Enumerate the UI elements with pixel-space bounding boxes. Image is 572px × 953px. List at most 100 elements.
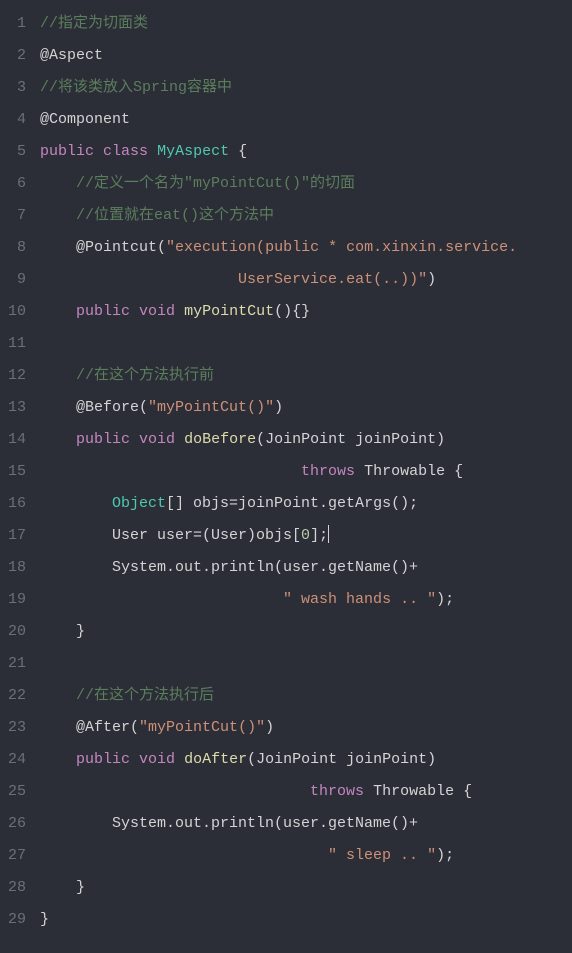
code-line[interactable]: throws Throwable { [40,776,572,808]
code-token: Object [112,495,166,512]
code-token [130,303,139,320]
line-number: 2 [0,40,26,72]
line-number: 6 [0,168,26,200]
code-line[interactable]: @Component [40,104,572,136]
code-line[interactable]: System.out.println(user.getName()+ [40,552,572,584]
code-token: System.out.println(user.getName()+ [40,559,418,576]
line-number: 28 [0,872,26,904]
code-token: @Aspect [40,47,103,64]
code-token: System.out.println(user.getName()+ [40,815,418,832]
code-line[interactable]: } [40,616,572,648]
code-token [40,367,76,384]
code-line[interactable]: System.out.println(user.getName()+ [40,808,572,840]
code-token: } [40,879,85,896]
code-token: ( [130,719,139,736]
code-line[interactable]: //指定为切面类 [40,8,572,40]
code-line[interactable]: throws Throwable { [40,456,572,488]
code-token: MyAspect [157,143,229,160]
code-token: " wash hands .. " [283,591,436,608]
code-token: @Before [76,399,139,416]
code-line[interactable]: public void doBefore(JoinPoint joinPoint… [40,424,572,456]
code-token [40,719,76,736]
code-token: "myPointCut()" [139,719,265,736]
code-line[interactable]: public void doAfter(JoinPoint joinPoint) [40,744,572,776]
code-token: void [139,751,175,768]
line-number: 19 [0,584,26,616]
line-number: 10 [0,296,26,328]
code-line[interactable]: @Pointcut("execution(public * com.xinxin… [40,232,572,264]
code-token [40,207,76,224]
code-token [40,399,76,416]
code-line[interactable]: } [40,904,572,936]
code-token: (JoinPoint joinPoint) [256,431,445,448]
code-token: ); [436,591,454,608]
code-token [148,143,157,160]
line-number: 7 [0,200,26,232]
code-token: (){} [274,303,310,320]
line-number: 8 [0,232,26,264]
code-line[interactable]: //在这个方法执行后 [40,680,572,712]
line-number: 3 [0,72,26,104]
code-token: ) [427,271,436,288]
code-token: @Pointcut [76,239,157,256]
code-token: doBefore [184,431,256,448]
code-line[interactable]: UserService.eat(..))") [40,264,572,296]
code-content[interactable]: //指定为切面类 @Aspect //将该类放入Spring容器中 @Componen… [36,0,572,953]
line-number: 12 [0,360,26,392]
code-line[interactable]: //位置就在eat()这个方法中 [40,200,572,232]
code-token [40,463,301,480]
code-token: ) [265,719,274,736]
code-token [40,783,310,800]
code-line[interactable] [40,648,572,680]
code-line[interactable]: " wash hands .. "); [40,584,572,616]
code-token: "execution(public * com.xinxin.service. [166,239,517,256]
code-line[interactable]: @Aspect [40,40,572,72]
code-line[interactable]: //在这个方法执行前 [40,360,572,392]
code-token: doAfter [184,751,247,768]
code-token: (JoinPoint joinPoint) [247,751,436,768]
code-token: //指定为切面类 [40,15,148,32]
code-token: public [76,751,130,768]
line-number: 13 [0,392,26,424]
line-number: 29 [0,904,26,936]
code-token [40,431,76,448]
line-number: 20 [0,616,26,648]
code-token: throws [310,783,364,800]
code-line[interactable]: User user=(User)objs[0]; [40,520,572,552]
line-number: 26 [0,808,26,840]
line-number: 21 [0,648,26,680]
code-token [94,143,103,160]
line-number: 16 [0,488,26,520]
code-line[interactable]: //将该类放入Spring容器中 [40,72,572,104]
code-editor[interactable]: 1234567891011121314151617181920212223242… [0,0,572,953]
line-number: 14 [0,424,26,456]
code-line[interactable]: Object[] objs=joinPoint.getArgs(); [40,488,572,520]
code-line[interactable]: " sleep .. "); [40,840,572,872]
code-token: } [40,623,85,640]
code-token: myPointCut [184,303,274,320]
code-token: public [40,143,94,160]
code-token: ( [157,239,166,256]
text-cursor [328,525,329,543]
code-token [40,175,76,192]
code-token: " sleep .. " [328,847,436,864]
code-token: ); [436,847,454,864]
code-line[interactable]: @After("myPointCut()") [40,712,572,744]
line-number: 1 [0,8,26,40]
code-token: ) [274,399,283,416]
code-token: //定义一个名为"myPointCut()"的切面 [76,175,355,192]
code-token: @After [76,719,130,736]
code-token: ]; [310,527,328,544]
code-line[interactable] [40,328,572,360]
code-line[interactable]: public class MyAspect { [40,136,572,168]
code-token: class [103,143,148,160]
code-token: //将该类放入Spring容器中 [40,79,232,96]
code-line[interactable]: public void myPointCut(){} [40,296,572,328]
code-token: throws [301,463,355,480]
code-token: { [229,143,247,160]
code-line[interactable]: @Before("myPointCut()") [40,392,572,424]
code-token: } [40,911,49,928]
code-line[interactable]: } [40,872,572,904]
code-line[interactable]: //定义一个名为"myPointCut()"的切面 [40,168,572,200]
code-token: [] objs=joinPoint.getArgs(); [166,495,418,512]
